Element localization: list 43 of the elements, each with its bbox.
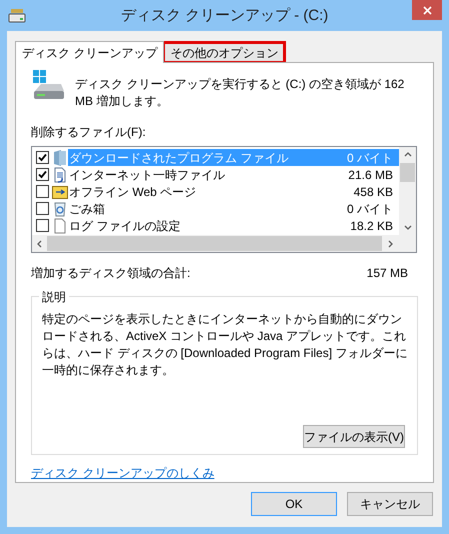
- file-size: 458 KB: [354, 184, 393, 200]
- total-label: 増加するディスク領域の合計:: [31, 265, 192, 282]
- close-button[interactable]: [412, 0, 442, 20]
- drive-icon: [8, 9, 26, 23]
- trash-icon: [53, 200, 67, 216]
- file-name: ログ ファイルの設定: [69, 218, 182, 234]
- summary-text: ディスク クリーンアップを実行すると (C:) の空き領域が 162 MB 増加します。: [75, 76, 405, 110]
- file-size: 18.2 KB: [350, 218, 393, 234]
- document-icon: [53, 166, 67, 182]
- file-list-item[interactable]: ごみ箱 0 バイト: [68, 200, 399, 217]
- checkbox[interactable]: [36, 219, 49, 232]
- document-icon: [53, 218, 67, 234]
- checkbox[interactable]: [36, 185, 49, 198]
- total-value: 157 MB: [366, 265, 408, 282]
- checkbox[interactable]: [36, 168, 49, 181]
- file-list-item[interactable]: インターネット一時ファイル 21.6 MB: [68, 166, 399, 183]
- tab[interactable]: その他のオプション: [164, 43, 284, 62]
- file-name: ダウンロードされたプログラム ファイル: [69, 150, 290, 166]
- group-title: 説明: [39, 288, 69, 306]
- dialog-button[interactable]: OK: [251, 492, 337, 516]
- tab[interactable]: ディスク クリーンアップ: [15, 41, 164, 63]
- view-files-button[interactable]: ファイルの表示(V): [303, 425, 405, 448]
- description-text: 特定のページを表示したときにインターネットから自動的にダウンロードされる、ActiveX コントロールや Java アプレットです。これらは、ハード ディスクの [Downloaded Program Files] フォルダーに一時的に保存されます。: [42, 311, 408, 379]
- vertical-scrollbar[interactable]: [399, 147, 416, 235]
- file-name: オフライン Web ページ: [69, 184, 198, 200]
- checkbox[interactable]: [36, 151, 49, 164]
- files-label: 削除するファイル(F):: [31, 124, 147, 141]
- file-list-item[interactable]: オフライン Web ページ 458 KB: [68, 183, 399, 200]
- file-size: 0 バイト: [346, 150, 393, 166]
- help-link[interactable]: ディスク クリーンアップのしくみ: [31, 464, 214, 482]
- horizontal-scrollbar[interactable]: [32, 235, 416, 252]
- window-title: ディスク クリーンアップ - (C:): [120, 6, 328, 26]
- checkbox[interactable]: [36, 202, 49, 215]
- file-name: インターネット一時ファイル: [69, 166, 226, 184]
- file-list[interactable]: ダウンロードされたプログラム ファイル 0 バイト インターネット一時ファイル 21.6 MB オフライン Web ページ 458 KB ごみ箱 0 バイト ログ ファイルの設定 18.2 KB: [31, 146, 417, 253]
- close-icon: [422, 6, 432, 14]
- file-name: ごみ箱: [69, 200, 106, 218]
- file-size: 0 バイト: [346, 200, 393, 218]
- file-size: 21.6 MB: [348, 166, 393, 184]
- scroll-thumb[interactable]: [47, 236, 382, 251]
- file-list-item[interactable]: ログ ファイルの設定 18.2 KB: [68, 217, 399, 234]
- dialog-button[interactable]: キャンセル: [347, 492, 433, 516]
- scroll-thumb[interactable]: [400, 163, 415, 182]
